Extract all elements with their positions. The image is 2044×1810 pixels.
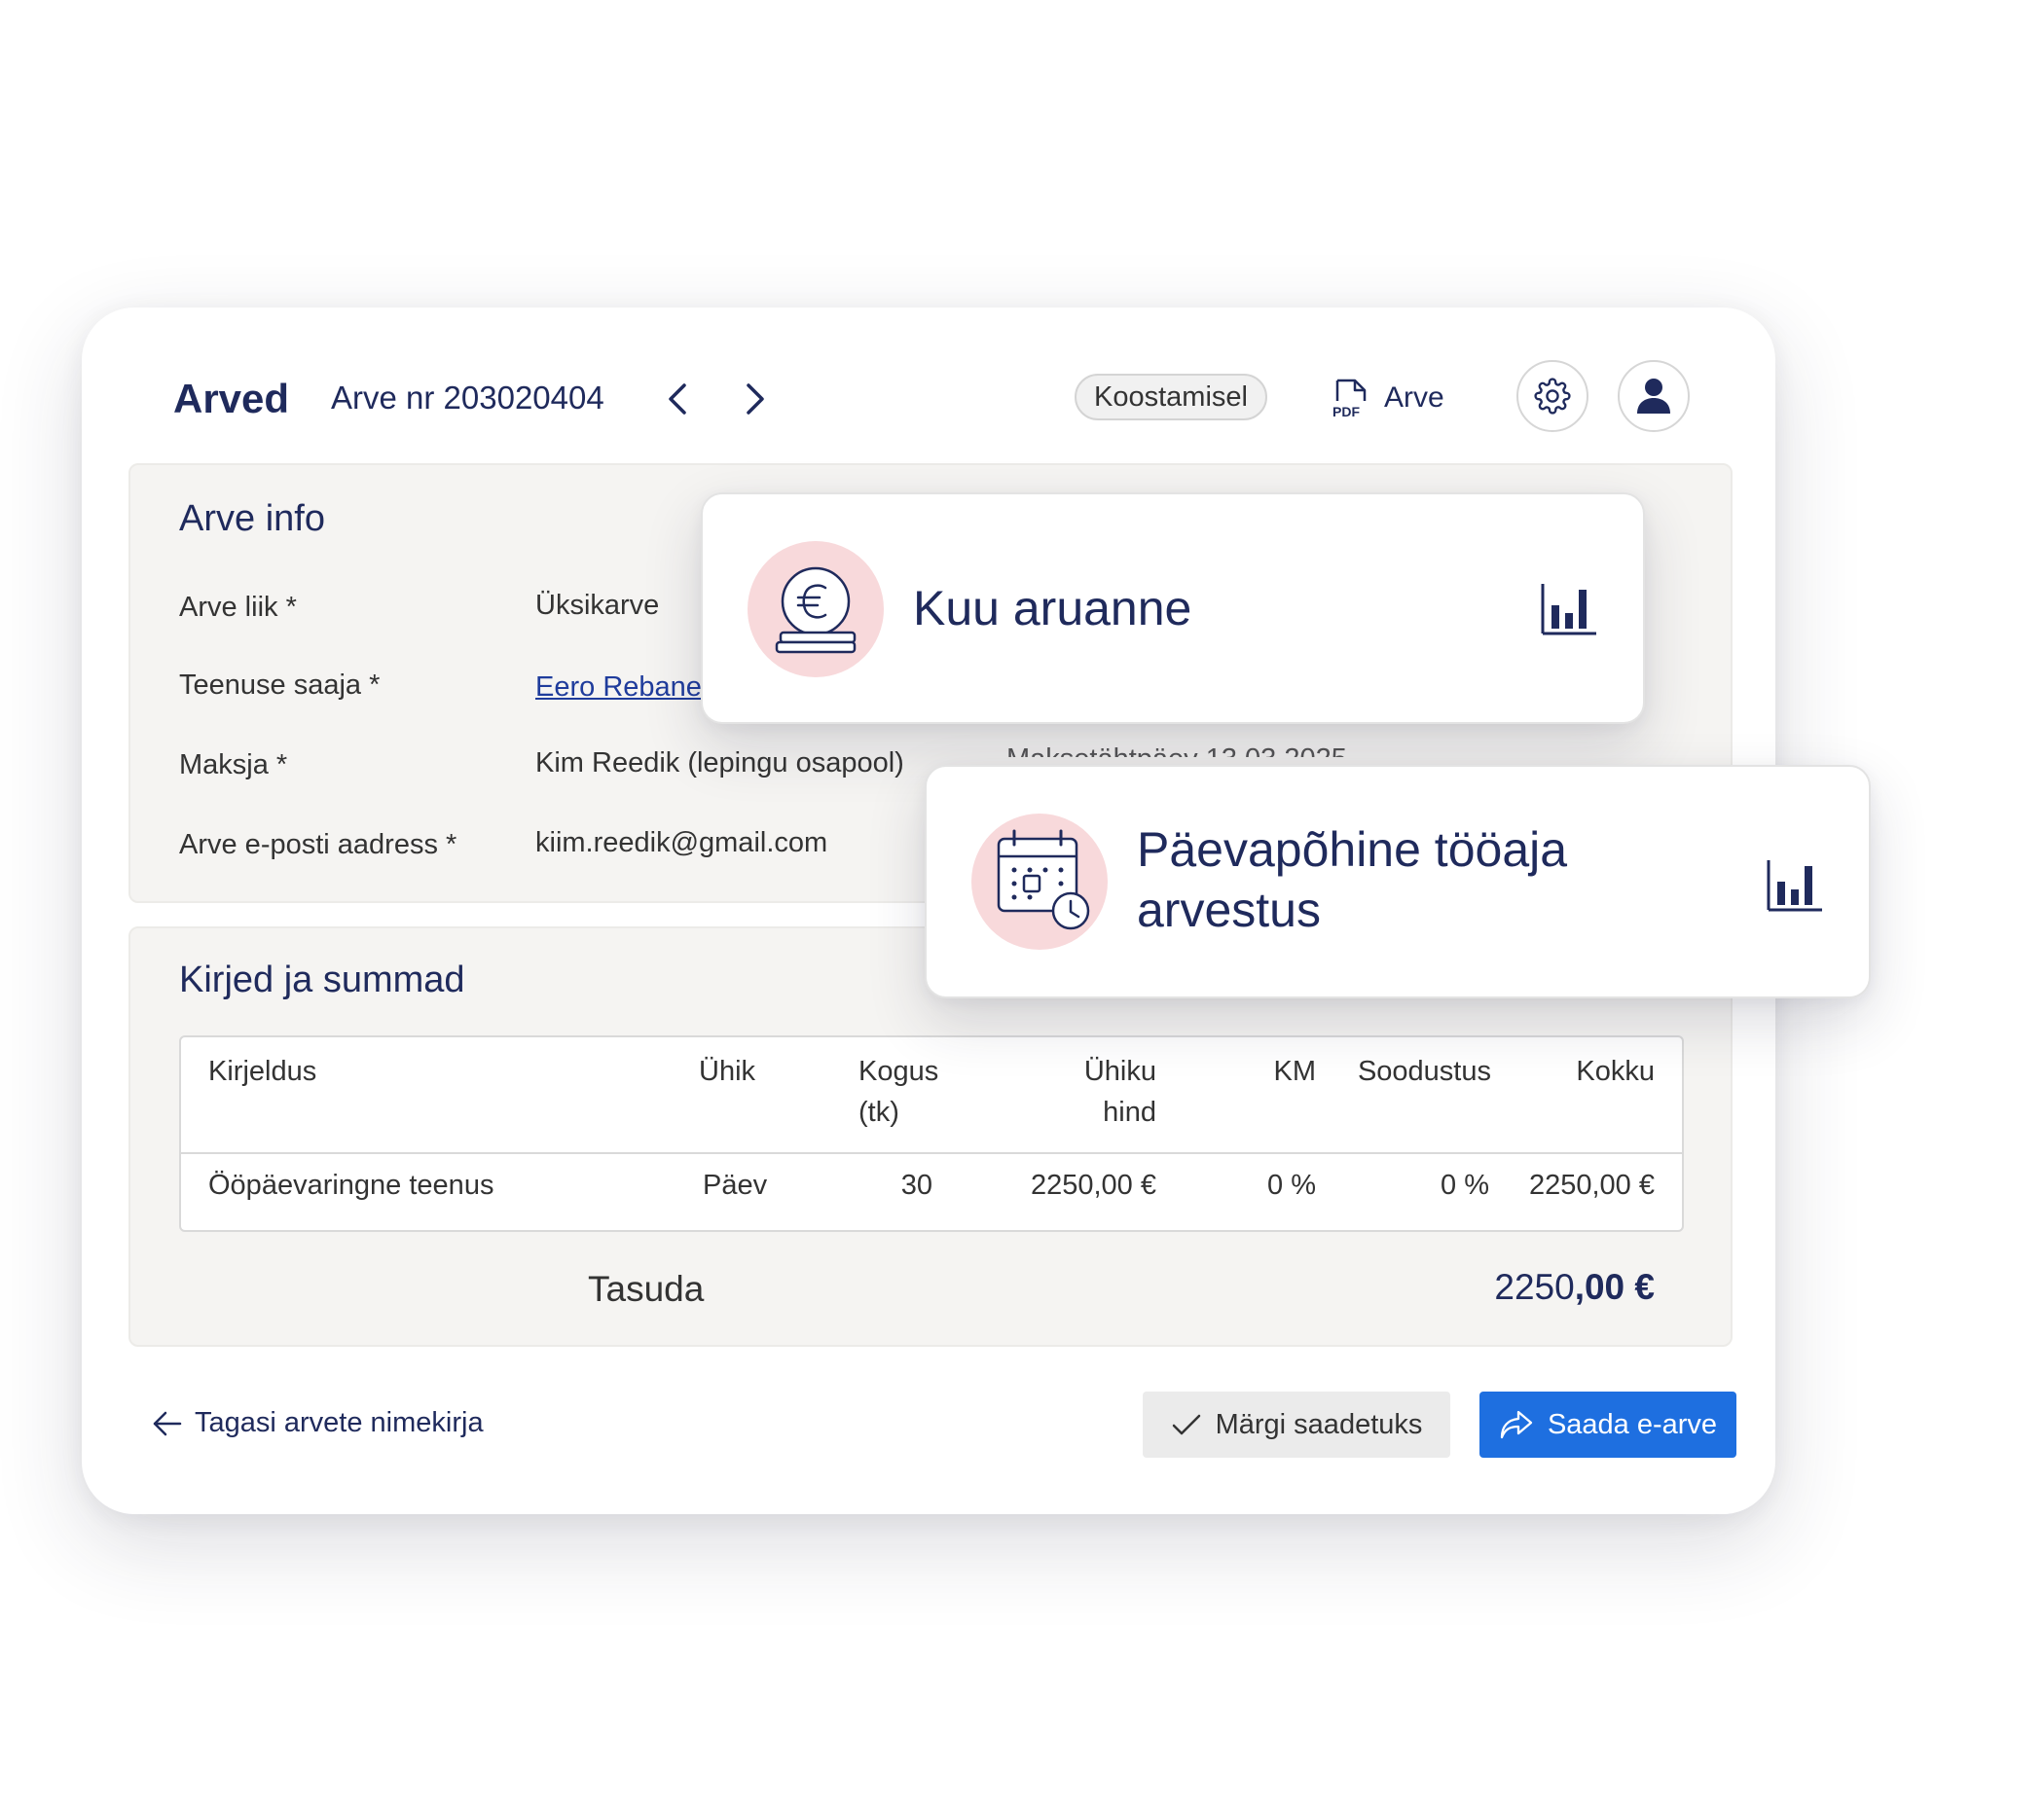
items-table: Kirjeldus Ühik Kogus (tk) Ühiku hind KM … — [179, 1035, 1684, 1232]
invoice-email-value: kiim.reedik@gmail.com — [535, 827, 828, 858]
service-recipient-label: Teenuse saaja * — [179, 670, 381, 701]
pdf-file-icon: PDF — [1332, 379, 1367, 418]
total-label: Tasuda — [588, 1269, 705, 1309]
previous-invoice-button[interactable] — [656, 378, 699, 420]
items-title: Kirjed ja summad — [179, 959, 465, 1000]
cell-description: Ööpäevaringne teenus — [208, 1170, 494, 1201]
mark-sent-label: Märgi saadetuks — [1215, 1408, 1423, 1440]
back-to-list-link[interactable]: Tagasi arvete nimekirja — [152, 1407, 484, 1439]
next-invoice-button[interactable] — [734, 378, 777, 420]
payer-value: Kim Reedik (lepingu osapool) — [535, 747, 904, 778]
due-date-partial: Maksetähtpäev 13.03.2025 — [1006, 743, 1590, 757]
invoice-type-value: Üksikarve — [535, 590, 660, 621]
invoice-info-title: Arve info — [179, 498, 325, 539]
send-e-invoice-label: Saada e-arve — [1547, 1408, 1718, 1440]
back-to-list-label: Tagasi arvete nimekirja — [195, 1407, 484, 1438]
arrow-left-icon — [153, 1411, 182, 1435]
col-description: Kirjeldus — [208, 1056, 317, 1087]
monthly-report-title: Kuu aruanne — [913, 581, 1192, 635]
chevron-right-icon — [747, 383, 764, 415]
send-e-invoice-button[interactable]: Saada e-arve — [1479, 1392, 1736, 1458]
user-icon — [1637, 379, 1670, 414]
gear-icon — [1534, 378, 1571, 415]
page-title: Arved — [173, 376, 290, 421]
table-divider — [181, 1152, 1682, 1154]
cell-vat: 0 % — [1267, 1170, 1316, 1201]
total-value: 2250,00 € — [1494, 1267, 1655, 1307]
invoice-email-label: Arve e-posti aadress * — [179, 829, 457, 860]
pdf-invoice-button[interactable]: PDF Arve — [1332, 376, 1444, 420]
invoice-type-label: Arve liik * — [179, 592, 297, 623]
mark-sent-button[interactable]: Märgi saadetuks — [1143, 1392, 1450, 1458]
cell-unit-price: 2250,00 € — [1030, 1170, 1156, 1201]
col-unit-price: Ühiku hind — [1083, 1056, 1156, 1128]
svg-text:PDF: PDF — [1332, 404, 1360, 418]
col-unit: Ühik — [699, 1056, 756, 1087]
cell-unit: Päev — [703, 1170, 768, 1201]
invoice-number: Arve nr 203020404 — [331, 380, 604, 416]
pdf-invoice-label: Arve — [1384, 381, 1444, 414]
daily-time-card[interactable]: Päevapõhine tööaja arvestus — [925, 765, 1871, 998]
user-menu-button[interactable] — [1618, 360, 1690, 432]
col-vat: KM — [1273, 1056, 1317, 1087]
chevron-left-icon — [669, 383, 686, 415]
monthly-report-card[interactable]: Kuu aruanne — [701, 492, 1645, 724]
col-quantity: Kogus (tk) — [858, 1056, 939, 1128]
payer-label: Maksja * — [179, 749, 288, 780]
share-forward-icon — [1500, 1410, 1533, 1439]
settings-button[interactable] — [1516, 360, 1588, 432]
service-recipient-link[interactable]: Eero Rebane — [535, 671, 702, 704]
cell-total: 2250,00 € — [1528, 1170, 1655, 1201]
bar-chart-icon[interactable] — [1766, 858, 1824, 913]
col-discount: Soodustus — [1357, 1056, 1491, 1087]
bar-chart-icon[interactable] — [1540, 582, 1598, 636]
calendar-clock-icon — [971, 814, 1108, 950]
daily-time-title: Päevapõhine tööaja arvestus — [1137, 822, 1568, 937]
cell-quantity: 30 — [900, 1170, 932, 1201]
status-badge: Koostamisel — [1075, 374, 1267, 420]
col-total: Kokku — [1576, 1056, 1655, 1087]
cell-discount: 0 % — [1441, 1170, 1489, 1201]
check-icon — [1172, 1414, 1200, 1435]
euro-coins-icon — [748, 541, 884, 677]
